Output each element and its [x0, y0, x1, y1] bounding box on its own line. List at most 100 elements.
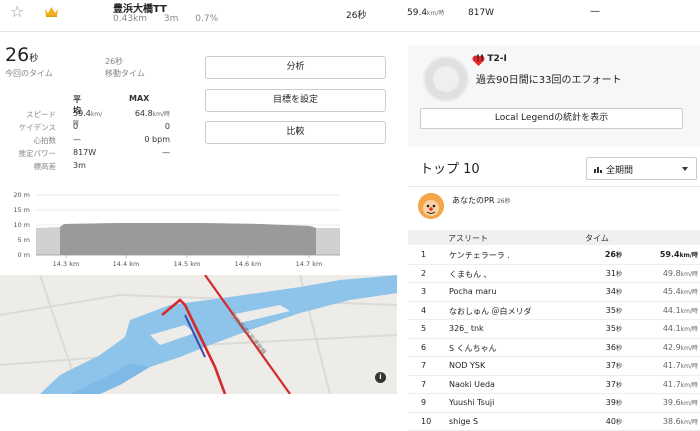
- leaderboard-header: アスリート タイム: [408, 230, 700, 245]
- avatar: [418, 193, 444, 219]
- rank: 5: [421, 324, 427, 333]
- speed-cell: 45.4km/時: [662, 287, 698, 296]
- rank: 7: [421, 379, 427, 389]
- table-row[interactable]: 5 326_ tnk 35秒 44.1km/時: [408, 320, 700, 339]
- stats-avg: —: [73, 135, 81, 144]
- segment-meta: 0.43km 3m 0.7%: [113, 14, 232, 24]
- speed-cell: 41.7km/時: [662, 361, 698, 370]
- map-canvas[interactable]: 阪神高速5号湾岸線: [0, 275, 397, 394]
- effort-time-cell: 35秒: [605, 305, 622, 315]
- rank: 10: [421, 416, 432, 426]
- rank: 9: [421, 398, 427, 407]
- effort-time-cell: 37秒: [605, 361, 622, 370]
- segment-grade: 0.7%: [195, 14, 219, 24]
- segment-speed: 59.4km/時: [407, 8, 445, 18]
- legend-stats-button[interactable]: Local Legendの統計を表示: [420, 108, 683, 129]
- stats-avg: 817W: [73, 148, 97, 157]
- rank: 1: [421, 250, 427, 259]
- period-select[interactable]: 全期間: [586, 157, 697, 180]
- bar-chart-icon: [594, 167, 602, 173]
- effort-time-cell: 40秒: [605, 416, 622, 426]
- set-goal-button[interactable]: 目標を設定: [205, 89, 386, 112]
- legend-athlete-name[interactable]: !! T2-I: [476, 54, 507, 64]
- athlete-name[interactable]: Naoki Ueda: [449, 380, 495, 389]
- y-tick-label: 0 m: [17, 251, 30, 259]
- pr-row: [408, 186, 700, 226]
- x-tick-label: 14.5 km: [174, 260, 201, 268]
- rank: 2: [421, 268, 427, 278]
- legend-efforts: 過去90日間に33回のエフォート: [476, 75, 622, 86]
- athlete-name[interactable]: ケンチェラーラ .: [449, 250, 510, 261]
- stats-max: 0: [164, 122, 170, 131]
- stats-avg: 0: [73, 122, 79, 131]
- segment-row: ☆ 豊浜大橋TT 0.43km 3m 0.7% 26秒 59.4km/時 817…: [0, 0, 700, 32]
- segment-elevation: 3m: [163, 14, 179, 24]
- table-row[interactable]: 7 Naoki Ueda 37秒 41.7km/時: [408, 376, 700, 394]
- athlete-name[interactable]: なおしゅん ＠白メリダ: [449, 306, 532, 317]
- segment-name[interactable]: 豊浜大橋TT: [113, 0, 167, 15]
- segment-time: 26秒: [346, 11, 367, 21]
- athlete-name[interactable]: NOD YSK: [449, 361, 485, 370]
- table-row[interactable]: 1 ケンチェラーラ . 26秒 59.4km/時: [408, 246, 700, 265]
- stats-avg: 3m: [73, 161, 86, 170]
- segment-power: 817W: [468, 8, 495, 18]
- y-tick-label: 10 m: [13, 221, 30, 229]
- athlete-name[interactable]: Pocha maru: [449, 287, 496, 296]
- table-row[interactable]: 4 なおしゅん ＠白メリダ 35秒 44.1km/時: [408, 302, 700, 320]
- effort-time-cell: 35秒: [605, 324, 622, 333]
- effort-time: 26秒: [5, 44, 39, 66]
- effort-time-cell: 37秒: [605, 379, 622, 389]
- segment-effort-page: ☆ 豊浜大橋TT 0.43km 3m 0.7% 26秒 59.4km/時 817…: [0, 0, 700, 431]
- athlete-name[interactable]: S くんちゃん: [449, 343, 497, 354]
- table-row[interactable]: 6 S くんちゃん 36秒 42.9km/時: [408, 339, 700, 357]
- info-icon[interactable]: i: [375, 372, 386, 383]
- stats-max: 64.8km/時: [134, 109, 170, 118]
- chevron-down-icon: [682, 167, 688, 171]
- stats-label: 推定パワー: [18, 149, 57, 158]
- effort-time-cell: 26秒: [604, 250, 622, 259]
- effort-time-cell: 36秒: [605, 342, 622, 352]
- speed-cell: 59.4km/時: [659, 250, 698, 259]
- star-icon[interactable]: ☆: [10, 2, 24, 21]
- speed-cell: 42.9km/時: [662, 342, 698, 352]
- effort-time-label: 今回のタイム: [5, 69, 53, 78]
- stats-label: スピード: [26, 110, 56, 119]
- period-label: 全期間: [606, 166, 634, 176]
- pr-label: あなたのPR 26秒: [452, 196, 511, 205]
- table-row[interactable]: 2 くまもん 、 31秒 49.8km/時: [408, 265, 700, 283]
- table-row[interactable]: 9 Yuushi Tsuji 39秒 39.6km/時: [408, 394, 700, 413]
- athlete-name[interactable]: 326_ tnk: [449, 324, 484, 333]
- rank: 6: [421, 342, 427, 352]
- table-row[interactable]: 7 NOD YSK 37秒 41.7km/時: [408, 357, 700, 376]
- y-tick-label: 5 m: [17, 236, 30, 244]
- speed-cell: 41.7km/時: [662, 379, 698, 389]
- compare-button[interactable]: 比較: [205, 121, 386, 144]
- route-map[interactable]: 阪神高速5号湾岸線 i: [0, 275, 397, 394]
- y-tick-label: 20 m: [13, 191, 30, 199]
- athlete-name[interactable]: くまもん 、: [449, 269, 492, 280]
- moving-time-label: 移動タイム: [105, 69, 145, 78]
- elevation-effort-area: [60, 223, 316, 255]
- effort-time-cell: 31秒: [605, 268, 622, 278]
- header-time: タイム: [585, 234, 609, 243]
- athlete-name[interactable]: Yuushi Tsuji: [449, 398, 494, 407]
- leaderboard-list: 1 ケンチェラーラ . 26秒 59.4km/時 2 くまもん 、 31秒 49.8km/時 3…: [408, 246, 700, 431]
- crown-icon: [45, 7, 58, 17]
- athlete-name[interactable]: shige S: [449, 417, 478, 426]
- table-row[interactable]: 10 shige S 40秒 38.6km/時: [408, 413, 700, 431]
- speed-cell: 39.6km/時: [662, 398, 698, 407]
- local-legend-card: [408, 45, 700, 147]
- y-tick-label: 15 m: [13, 206, 30, 214]
- analyze-button[interactable]: 分析: [205, 56, 386, 79]
- leaderboard-title: トップ 10: [420, 162, 480, 177]
- x-tick-label: 14.4 km: [113, 260, 140, 268]
- rank: 7: [421, 361, 427, 370]
- stats-header-max: MAX: [129, 94, 150, 103]
- speed-cell: 44.1km/時: [662, 324, 698, 333]
- rank: 3: [421, 287, 427, 296]
- speed-cell: 44.1km/時: [662, 305, 698, 315]
- x-tick-label: 14.6 km: [235, 260, 262, 268]
- table-row[interactable]: 3 Pocha maru 34秒 45.4km/時: [408, 283, 700, 302]
- header-athlete: アスリート: [448, 234, 488, 243]
- stats-label: 心拍数: [33, 136, 57, 145]
